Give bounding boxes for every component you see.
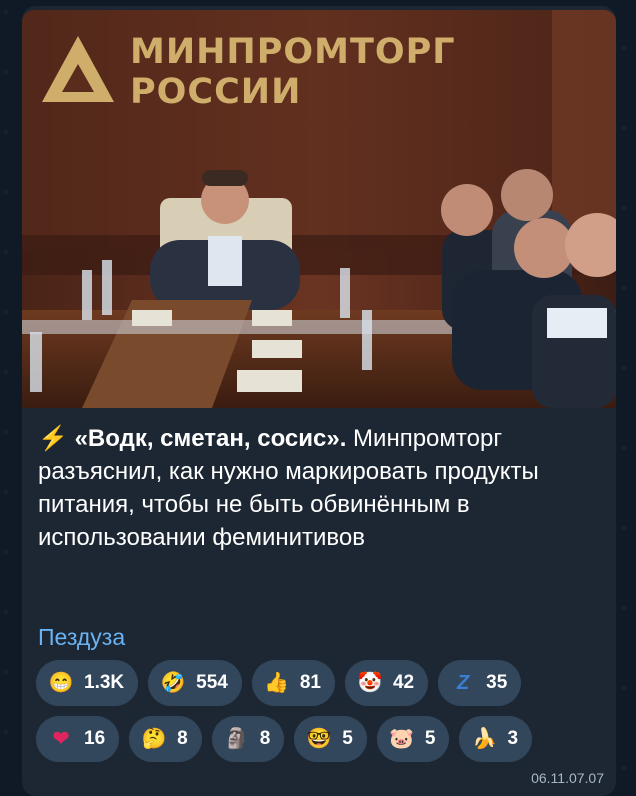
lightning-icon: ⚡ — [38, 425, 68, 452]
reaction-count: 1.3K — [84, 672, 125, 693]
reactions-row: 😁 1.3K 🤣 554 👍 81 🤡 42 Z 35 — [36, 660, 606, 706]
reaction-count: 8 — [177, 728, 188, 749]
nerd-face-icon: 🤓 — [306, 728, 332, 750]
reaction-count: 3 — [507, 728, 519, 749]
reaction-count: 5 — [424, 728, 436, 749]
source-link[interactable]: Пездуза — [38, 624, 125, 651]
message-timestamp: 06.11.07.07 — [531, 770, 604, 786]
reaction-count: 35 — [486, 672, 508, 693]
reaction-chip[interactable]: 🤣 554 — [148, 660, 242, 706]
post-photo[interactable]: МИНПРОМТОРГ РОССИИ — [22, 10, 616, 408]
logo-text: МИНПРОМТОРГ РОССИИ — [130, 32, 456, 112]
reaction-chip[interactable]: 👍 81 — [251, 660, 335, 706]
reaction-count: 8 — [259, 728, 271, 749]
reaction-count: 42 — [392, 672, 415, 693]
thumbs-up-icon: 👍 — [264, 672, 290, 694]
reactions-bar: 😁 1.3K 🤣 554 👍 81 🤡 42 Z 35 ❤ 16 🤔 8 🗿 8… — [36, 660, 606, 772]
red-heart-icon: ❤ — [52, 728, 70, 750]
moai-icon: 🗿 — [224, 728, 250, 750]
reaction-chip[interactable]: 😁 1.3K — [36, 660, 139, 706]
pig-face-icon: 🐷 — [389, 728, 415, 750]
reaction-count: 5 — [342, 728, 353, 749]
logo-line1: МИНПРОМТОРГ — [130, 32, 456, 72]
logo-line2: РОССИИ — [130, 72, 302, 112]
reactions-row: ❤ 16 🤔 8 🗿 8 🤓 5 🐷 5 🍌 3 — [36, 716, 606, 762]
reaction-count: 554 — [196, 672, 228, 693]
clown-face-icon: 🤡 — [357, 672, 383, 694]
message-text: ⚡ «Водк, сметан, сосис». Минпромторг раз… — [38, 422, 598, 554]
reaction-chip[interactable]: 🐷 5 — [376, 716, 450, 762]
reaction-count: 81 — [299, 672, 321, 693]
thinking-face-icon: 🤔 — [141, 728, 167, 750]
reaction-chip[interactable]: Z 35 — [438, 660, 522, 706]
rolling-laughing-face-icon: 🤣 — [160, 672, 186, 694]
reaction-chip[interactable]: 🤔 8 — [129, 716, 202, 762]
reaction-chip[interactable]: 🤡 42 — [344, 660, 429, 706]
headline: «Водк, сметан, сосис». — [74, 425, 347, 452]
message-bubble: МИНПРОМТОРГ РОССИИ ⚡ «Водк, сметан, соси… — [22, 6, 616, 796]
banana-icon: 🍌 — [472, 728, 497, 750]
reaction-chip[interactable]: 🍌 3 — [459, 716, 533, 762]
reaction-chip[interactable]: ❤ 16 — [36, 716, 120, 762]
reaction-chip[interactable]: 🗿 8 — [211, 716, 285, 762]
reaction-chip[interactable]: 🤓 5 — [294, 716, 367, 762]
reaction-count: 16 — [84, 728, 106, 749]
grinning-face-icon: 😁 — [48, 672, 74, 694]
z-letter-icon: Z — [457, 672, 470, 694]
